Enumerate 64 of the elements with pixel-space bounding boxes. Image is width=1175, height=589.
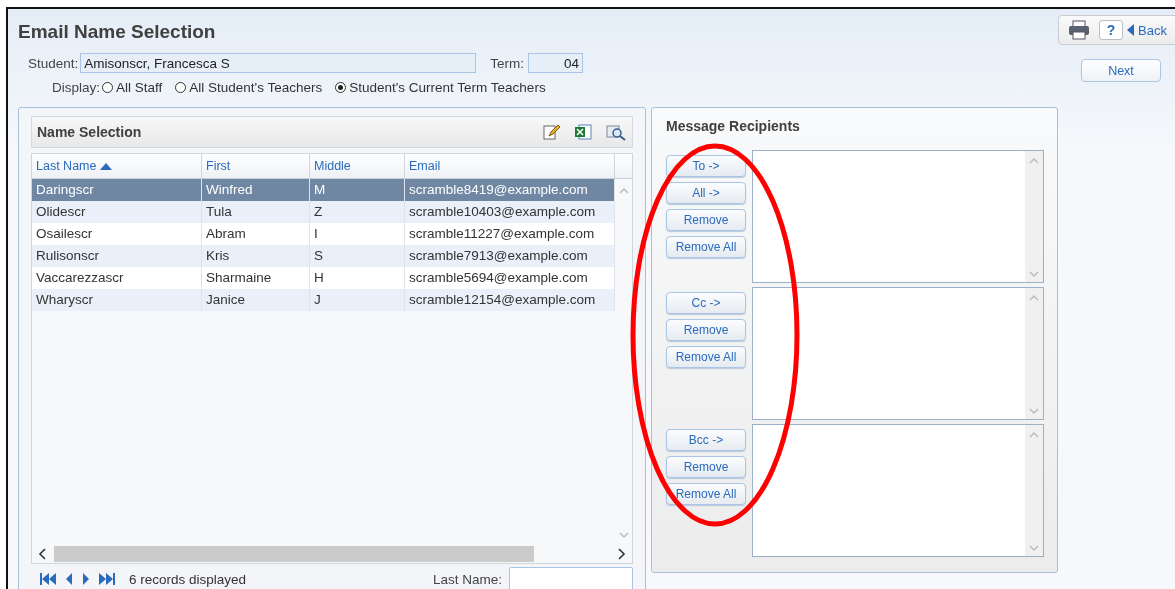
sort-ascending-icon <box>100 162 113 170</box>
edit-icon[interactable] <box>542 123 560 141</box>
recipient-button[interactable]: Remove <box>666 319 746 341</box>
spreadsheet-icon[interactable] <box>574 123 592 141</box>
help-button[interactable]: ? <box>1099 20 1123 40</box>
panel-title: Message Recipients <box>666 118 801 136</box>
scroll-right-icon[interactable] <box>616 548 626 560</box>
radio-option[interactable]: All Student's Teachers <box>173 79 323 95</box>
radio-option[interactable]: All Staff <box>100 79 163 95</box>
term-field[interactable]: 04 <box>528 53 584 73</box>
page-title: Email Name Selection <box>18 20 217 44</box>
table-cell: Wharyscr <box>32 289 202 311</box>
table-row[interactable]: Vaccarezzascr Sharmaine H scramble5694@example.com <box>32 267 615 289</box>
column-header[interactable]: Last Name <box>32 154 202 178</box>
records-count: 6 records displayed <box>129 571 247 587</box>
grid-title: Name Selection <box>37 124 142 140</box>
table-row[interactable]: Daringscr Winfred M scramble8419@example.com <box>32 179 615 201</box>
next-button[interactable]: Next <box>1081 59 1161 82</box>
recipient-list[interactable] <box>752 287 1044 420</box>
recipient-button[interactable]: Remove All <box>666 236 746 258</box>
column-header[interactable]: First <box>202 154 310 178</box>
recipient-list[interactable] <box>752 424 1044 557</box>
recipient-button[interactable]: Remove <box>666 456 746 478</box>
first-page-icon[interactable] <box>39 572 57 586</box>
recipient-button[interactable]: Bcc -> <box>666 429 746 451</box>
last-name-field[interactable] <box>509 567 633 589</box>
scroll-left-icon[interactable] <box>38 548 48 560</box>
table-row[interactable]: Rulisonscr Kris S scramble7913@example.com <box>32 245 615 267</box>
scroll-up-icon[interactable] <box>618 187 629 195</box>
recipient-list[interactable] <box>752 150 1044 283</box>
table-row[interactable]: Olidescr Tula Z scramble10403@example.com <box>32 201 615 223</box>
recipient-button[interactable]: Cc -> <box>666 292 746 314</box>
scroll-down-icon[interactable] <box>1029 270 1039 278</box>
column-header[interactable]: Middle <box>310 154 405 178</box>
table-cell: Janice <box>202 289 310 311</box>
recipient-button[interactable]: Remove All <box>666 483 746 505</box>
scroll-up-icon[interactable] <box>1029 431 1039 439</box>
last-page-icon[interactable] <box>98 572 116 586</box>
radio-option[interactable]: Student's Current Term Teachers <box>333 79 546 95</box>
previous-page-icon[interactable] <box>64 572 74 586</box>
display-label: Display: <box>52 79 100 95</box>
print-preview-icon[interactable] <box>606 123 626 141</box>
print-icon[interactable] <box>1068 20 1090 40</box>
table-cell: J <box>310 289 405 311</box>
scroll-up-icon[interactable] <box>1029 157 1039 165</box>
recipient-button[interactable]: All -> <box>666 182 746 204</box>
table-cell: scramble12154@example.com <box>405 289 615 311</box>
column-header[interactable]: Email <box>405 154 615 178</box>
table-row[interactable]: Osailescr Abram I scramble11227@example.com <box>32 223 615 245</box>
scroll-down-icon[interactable] <box>618 531 629 539</box>
scroll-down-icon[interactable] <box>1029 407 1039 415</box>
student-field[interactable]: Amisonscr, Francesca S <box>80 53 477 73</box>
next-page-icon[interactable] <box>81 572 91 586</box>
recipient-button[interactable]: Remove All <box>666 346 746 368</box>
student-label: Student: <box>28 55 79 71</box>
term-label: Term: <box>490 55 525 71</box>
scroll-up-icon[interactable] <box>1029 294 1039 302</box>
recipient-button[interactable]: Remove <box>666 209 746 231</box>
scrollbar-thumb[interactable] <box>54 546 534 562</box>
back-button[interactable]: Back <box>1127 22 1167 38</box>
search-label: Last Name: <box>432 571 502 587</box>
back-arrow-icon <box>1127 24 1135 36</box>
table-row[interactable]: Wharyscr Janice J scramble12154@example.com <box>32 289 615 311</box>
scroll-down-icon[interactable] <box>1029 544 1039 552</box>
